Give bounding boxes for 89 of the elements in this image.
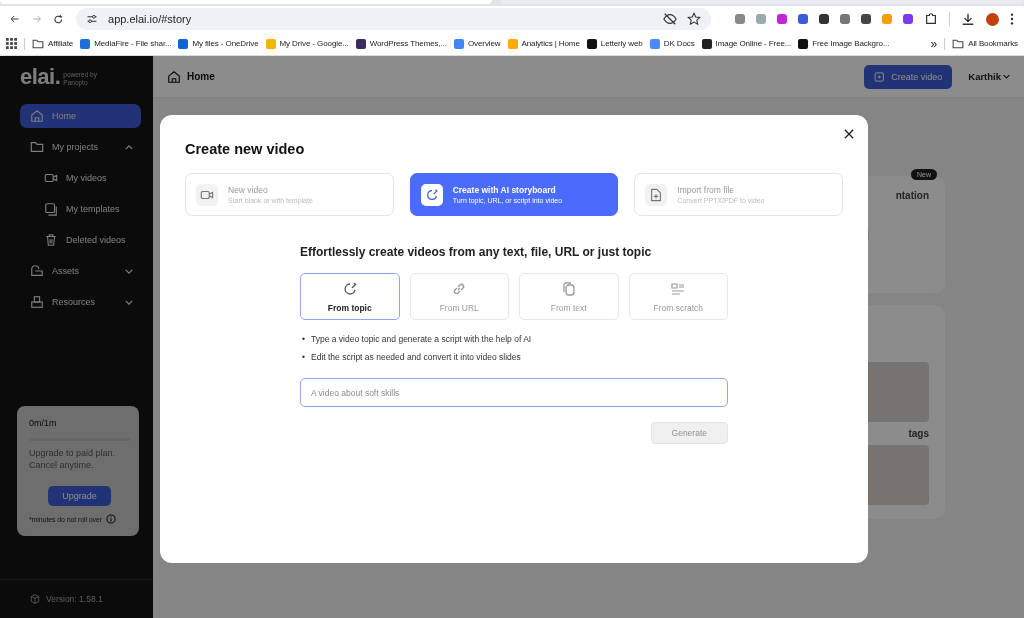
elai-logo: elai.	[20, 66, 61, 88]
bookmark-link[interactable]: Free Image Backgro...	[798, 38, 890, 49]
address-bar[interactable]: app.elai.io/#story	[76, 8, 711, 30]
bookmark-link[interactable]: Affiliate	[32, 37, 74, 50]
template-icon	[44, 202, 58, 216]
bookmark-link[interactable]: My files - OneDrive	[178, 38, 259, 49]
sidebar-subitem[interactable]: Deleted videos	[20, 228, 141, 252]
site-favicon-icon	[265, 38, 276, 49]
upgrade-button[interactable]: Upgrade	[48, 486, 111, 506]
bookmark-link[interactable]: WordPress Themes,...	[355, 38, 447, 49]
sidebar-item[interactable]: Home	[20, 104, 141, 128]
chevron-down-icon	[1003, 74, 1010, 79]
site-favicon-icon	[453, 38, 464, 49]
url-text: app.elai.io/#story	[108, 13, 192, 25]
copy-icon	[560, 280, 577, 297]
trash-icon	[44, 233, 58, 247]
source-option[interactable]: From URL	[409, 273, 509, 320]
file-add-icon	[649, 187, 664, 202]
text-lines-icon	[670, 280, 687, 297]
bookmark-link[interactable]: MediaFire - File shar...	[80, 38, 172, 49]
bookmark-link[interactable]: My Drive - Google...	[265, 38, 349, 49]
bullet-text: Type a video topic and generate a script with the help of AI	[311, 334, 532, 346]
sidebar-subitem[interactable]: My videos	[20, 166, 141, 190]
create-video-button[interactable]: Create video	[864, 64, 953, 89]
dialog-title: Create new video	[185, 141, 306, 157]
sidebar-item[interactable]: Assets	[20, 259, 141, 283]
site-favicon-icon	[507, 38, 518, 49]
user-menu-button[interactable]: Karthik	[968, 71, 1010, 82]
extension-icon[interactable]	[861, 14, 871, 24]
site-favicon-icon	[80, 38, 91, 49]
option-title: New video	[228, 185, 269, 195]
extension-icon[interactable]	[903, 14, 913, 24]
template-caption: tags	[908, 428, 929, 439]
bullet-marker: •	[302, 334, 305, 346]
star-icon[interactable]	[687, 12, 701, 26]
folder-icon	[32, 37, 44, 50]
bullet-marker: •	[302, 352, 305, 364]
site-settings-icon[interactable]	[86, 13, 98, 25]
card-title: ntation	[895, 190, 929, 201]
home-icon	[30, 109, 44, 123]
more-menu-icon[interactable]	[1010, 12, 1014, 26]
bookmark-link[interactable]: Image Online - Free...	[701, 38, 792, 49]
eye-slash-icon[interactable]	[663, 12, 677, 26]
bullet-text: Edit the script as needed and convert it into video slides	[311, 352, 521, 364]
source-option[interactable]: From scratch	[628, 273, 728, 320]
apps-grid-icon[interactable]	[6, 38, 17, 49]
chevron-down-icon[interactable]	[125, 299, 133, 305]
back-icon[interactable]	[10, 13, 20, 25]
sidebar-item[interactable]: Resources	[20, 290, 141, 314]
site-favicon-icon	[586, 38, 597, 49]
sidebar-subitem[interactable]: My templates	[20, 197, 141, 221]
topic-input-field[interactable]: A video about soft skills	[300, 378, 728, 408]
option-title: Import from file	[677, 185, 736, 195]
sidebar-item[interactable]: My projects	[20, 135, 141, 159]
puzzle-icon[interactable]	[924, 12, 938, 26]
bookmark-link[interactable]: Overview	[453, 38, 501, 49]
version-text: Version: 1.58.1	[46, 594, 103, 604]
reload-icon[interactable]	[53, 12, 64, 26]
source-option[interactable]: From text	[519, 273, 619, 320]
close-icon[interactable]	[844, 129, 854, 139]
bookmark-link[interactable]: DK Docs	[649, 38, 695, 49]
video-camera-icon	[44, 171, 58, 185]
section-heading: Effortlessly create videos from any text, file, URL or just topic	[300, 245, 653, 259]
folder-icon	[952, 37, 965, 50]
extension-icon[interactable]	[819, 14, 829, 24]
minutes-used-text: 0m/1m	[29, 417, 58, 428]
download-icon[interactable]	[961, 12, 975, 26]
option-title: Create with AI storyboard	[452, 185, 557, 195]
chevron-up-icon[interactable]	[125, 144, 133, 150]
site-favicon-icon	[355, 38, 366, 49]
source-option[interactable]: From topic	[300, 273, 400, 320]
cube-icon	[30, 594, 40, 604]
page-title: Home	[187, 71, 215, 82]
extension-icon[interactable]	[798, 14, 808, 24]
box-icon	[30, 295, 44, 309]
folder-icon	[30, 140, 44, 154]
info-icon[interactable]	[106, 514, 116, 524]
profile-avatar[interactable]	[986, 12, 999, 26]
all-bookmarks-link[interactable]: All Bookmarks	[952, 37, 1018, 50]
site-favicon-icon	[649, 38, 660, 49]
bookmark-link[interactable]: Analytics | Home	[507, 38, 580, 49]
video-add-icon	[874, 70, 887, 83]
site-favicon-icon	[798, 38, 809, 49]
more-bookmarks-button[interactable]: »	[930, 36, 938, 51]
site-favicon-icon	[701, 38, 712, 49]
home-icon	[167, 69, 181, 84]
site-favicon-icon	[178, 38, 189, 49]
chevron-down-icon[interactable]	[125, 268, 133, 274]
bookmark-link[interactable]: Letterly web	[586, 38, 643, 49]
